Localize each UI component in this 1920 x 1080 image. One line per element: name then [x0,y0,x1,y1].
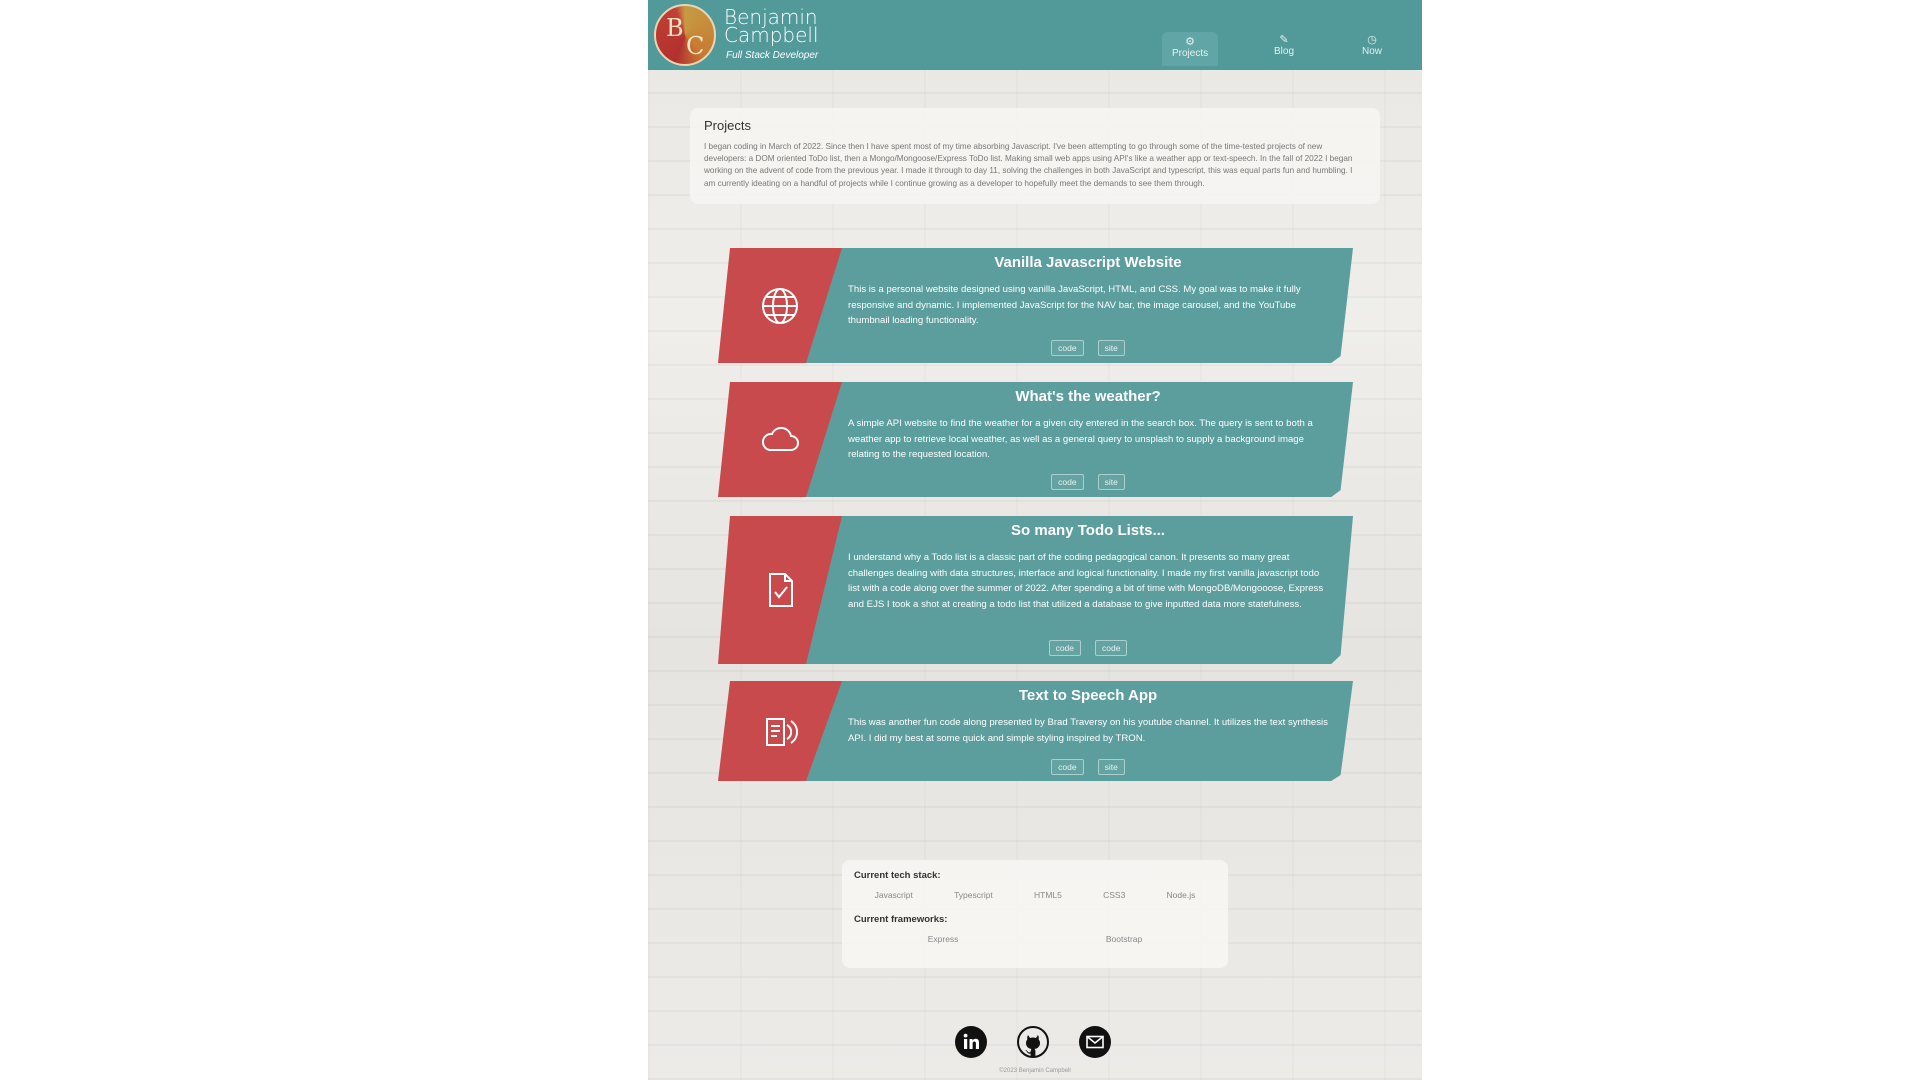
tech-item: Javascript [874,890,913,900]
tech-item: Typescript [954,890,993,900]
speech-document-icon [766,718,798,746]
project-card: So many Todo Lists... I understand why a… [718,516,1353,664]
project-description: A simple API website to find the weather… [848,418,1313,460]
clock-icon: ◷ [1367,34,1377,46]
nav-now[interactable]: ◷ Now [1362,34,1382,64]
cloud-icon [761,426,799,451]
intro-card: Projects I began coding in March of 2022… [690,108,1380,204]
project-title: What's the weather? [1015,388,1161,405]
project-card: What's the weather? A simple API website… [718,382,1353,497]
linkedin-link[interactable] [955,1026,987,1058]
logo-letter-b: B [666,14,684,42]
tech-stack-list: Javascript Typescript HTML5 CSS3 Node.js [854,890,1216,900]
nav-blog-label: Blog [1274,46,1295,57]
tech-stack-label: Current tech stack: [854,870,941,881]
code-link[interactable]: code [1051,340,1084,356]
project-card: Vanilla Javascript Website This is a per… [718,248,1353,363]
project-description: I understand why a Todo list is a classi… [848,552,1324,610]
document-check-icon [769,573,793,607]
github-icon [1017,1026,1049,1058]
brand-subtitle: Full Stack Developer [726,50,819,61]
code-link[interactable]: code [1051,759,1084,775]
project-title: Vanilla Javascript Website [994,254,1182,271]
email-link[interactable] [1079,1026,1111,1058]
nav-projects[interactable]: ⚙ Projects [1162,32,1219,66]
brand-name: Benjamin Campbell [724,5,819,47]
intro-title: Projects [704,118,751,133]
project-links: code site [848,474,1328,490]
tech-item: HTML5 [1034,890,1062,900]
logo-letter-c: C [686,32,705,60]
project-title: Text to Speech App [1018,687,1158,704]
project-description: This is a personal website designed usin… [848,284,1301,326]
frameworks-list: Express Bootstrap [854,934,1216,944]
linkedin-icon [963,1033,979,1049]
globe-icon [762,288,798,324]
project-links: code site [848,340,1328,356]
github-link[interactable] [1017,1026,1049,1058]
framework-item: Bootstrap [1105,934,1143,944]
mail-icon [1086,1035,1104,1049]
frameworks-label: Current frameworks: [854,914,948,925]
code-link[interactable]: code [1048,640,1081,656]
nav-now-label: Now [1362,46,1383,57]
site-link[interactable]: site [1097,474,1125,490]
project-links: code site [848,759,1328,775]
site-link[interactable]: site [1097,759,1125,775]
logo[interactable]: B C [654,4,716,66]
project-links: code code [848,640,1328,656]
site-link[interactable]: site [1097,340,1125,356]
project-description: This was another fun code along presente… [848,717,1328,744]
tech-stack-card: Current tech stack: Javascript Typescrip… [842,860,1228,968]
tech-item: CSS3 [1103,890,1126,900]
code-link[interactable]: code [1051,474,1084,490]
nav-projects-label: Projects [1172,48,1209,59]
intro-text: I began coding in March of 2022. Since t… [704,142,1353,188]
project-card: Text to Speech App This was another fun … [718,681,1353,781]
project-title: So many Todo Lists... [1011,522,1165,539]
tech-item: Node.js [1166,890,1196,900]
code-link[interactable]: code [1095,640,1128,656]
nav-blog[interactable]: ✎ Blog [1274,34,1294,64]
site-header: B C Benjamin Campbell Full Stack Develop… [648,0,1422,70]
framework-item: Express [927,934,959,944]
copyright: ©2023 Benjamin Campbell [999,1068,1071,1074]
gear-icon: ⚙ [1185,36,1195,48]
pencil-icon: ✎ [1279,34,1289,46]
page: B C Benjamin Campbell Full Stack Develop… [648,0,1422,1080]
